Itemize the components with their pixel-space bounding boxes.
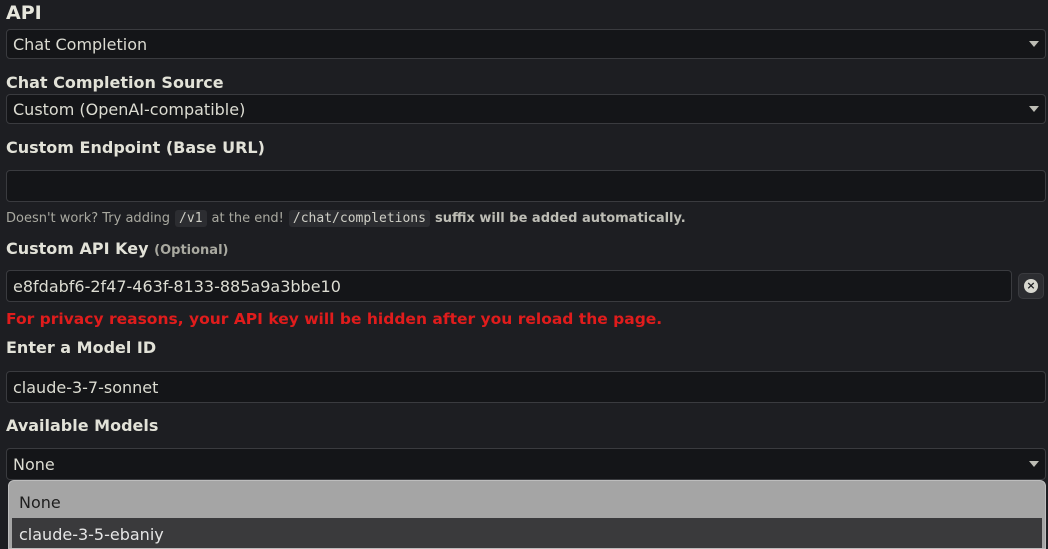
chevron-down-icon bbox=[1029, 461, 1039, 467]
available-models-label: Available Models bbox=[6, 416, 159, 435]
source-select-value: Custom (OpenAI-compatible) bbox=[13, 99, 246, 119]
dropdown-option-claude-3-5-ebaniy[interactable]: claude-3-5-ebaniy bbox=[12, 518, 1042, 548]
source-label: Chat Completion Source bbox=[6, 73, 224, 92]
chevron-down-icon bbox=[1029, 41, 1039, 47]
api-key-label-text: Custom API Key bbox=[6, 239, 149, 258]
endpoint-hint: Doesn't work? Try adding /v1 at the end!… bbox=[6, 210, 686, 227]
api-heading: API bbox=[6, 2, 42, 24]
dropdown-option-none[interactable]: None bbox=[12, 486, 1042, 518]
api-key-warning: For privacy reasons, your API key will b… bbox=[6, 310, 663, 328]
api-select[interactable]: Chat Completion bbox=[6, 29, 1046, 59]
api-key-input[interactable]: e8fdabf6-2f47-463f-8133-885a9a3bbe10 bbox=[6, 270, 1012, 302]
endpoint-input[interactable] bbox=[6, 170, 1046, 202]
hint-code-chat-completions: /chat/completions bbox=[288, 210, 430, 227]
hint-suffix: suffix will be added automatically. bbox=[434, 211, 686, 226]
endpoint-label: Custom Endpoint (Base URL) bbox=[6, 138, 265, 157]
model-id-value: claude-3-7-sonnet bbox=[13, 377, 159, 397]
close-circle-icon: × bbox=[1024, 279, 1038, 293]
hint-prefix: Doesn't work? Try adding bbox=[6, 211, 171, 226]
available-models-dropdown: None claude-3-5-ebaniy bbox=[8, 480, 1046, 549]
chevron-down-icon bbox=[1029, 106, 1039, 112]
hint-mid: at the end! bbox=[211, 211, 284, 226]
clear-api-key-button[interactable]: × bbox=[1018, 273, 1044, 299]
model-id-label: Enter a Model ID bbox=[6, 338, 157, 357]
api-key-label: Custom API Key (Optional) bbox=[6, 239, 228, 258]
model-id-input[interactable]: claude-3-7-sonnet bbox=[6, 371, 1046, 403]
source-select[interactable]: Custom (OpenAI-compatible) bbox=[6, 94, 1046, 124]
api-key-value: e8fdabf6-2f47-463f-8133-885a9a3bbe10 bbox=[13, 276, 341, 296]
api-select-value: Chat Completion bbox=[13, 34, 148, 54]
api-key-optional: (Optional) bbox=[154, 243, 229, 258]
available-models-value: None bbox=[13, 454, 55, 474]
available-models-select[interactable]: None bbox=[6, 448, 1046, 480]
hint-code-v1: /v1 bbox=[175, 210, 207, 227]
